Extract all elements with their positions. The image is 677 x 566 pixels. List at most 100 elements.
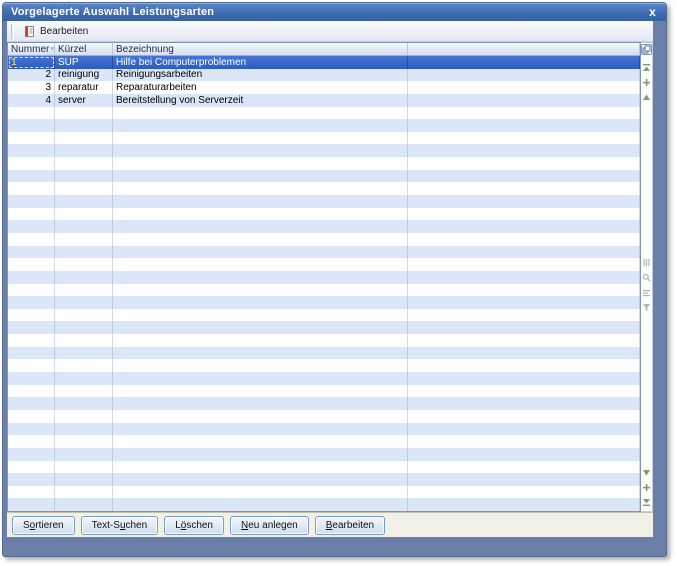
- cell-nummer[interactable]: [8, 397, 55, 410]
- table-row[interactable]: [8, 447, 640, 461]
- cell-blank[interactable]: [408, 485, 640, 499]
- column-header-nummer[interactable]: Nummer ▼: [8, 43, 55, 55]
- table-row[interactable]: [8, 270, 640, 284]
- table-row[interactable]: [8, 245, 640, 259]
- cell-nummer[interactable]: [8, 258, 55, 271]
- cell-kuerzel[interactable]: [55, 195, 113, 208]
- cell-kuerzel[interactable]: [55, 308, 113, 322]
- cell-nummer[interactable]: [8, 372, 55, 385]
- cell-bezeichnung[interactable]: [113, 308, 408, 322]
- table-row[interactable]: [8, 346, 640, 360]
- table-row[interactable]: [8, 422, 640, 436]
- cell-bezeichnung[interactable]: [113, 182, 408, 196]
- table-row[interactable]: [8, 359, 640, 373]
- cell-nummer[interactable]: [8, 195, 55, 208]
- cell-nummer[interactable]: [8, 321, 55, 335]
- cell-nummer[interactable]: [8, 144, 55, 158]
- close-button[interactable]: x: [645, 5, 660, 19]
- cell-bezeichnung[interactable]: [113, 384, 408, 398]
- cell-blank[interactable]: [408, 447, 640, 461]
- cell-blank[interactable]: [408, 460, 640, 474]
- row-up-icon[interactable]: [642, 93, 651, 102]
- cell-nummer[interactable]: [8, 245, 55, 259]
- cell-bezeichnung[interactable]: [113, 157, 408, 170]
- cell-nummer[interactable]: [8, 384, 55, 398]
- cell-blank[interactable]: [408, 106, 640, 120]
- cell-nummer[interactable]: 2: [8, 68, 55, 82]
- cell-nummer[interactable]: [8, 498, 55, 512]
- cell-bezeichnung[interactable]: [113, 245, 408, 259]
- neu-anlegen-button[interactable]: Neu anlegen: [230, 515, 309, 535]
- table-row[interactable]: [8, 220, 640, 233]
- cell-bezeichnung[interactable]: [113, 334, 408, 347]
- table-row[interactable]: [8, 384, 640, 398]
- cell-nummer[interactable]: [8, 131, 55, 145]
- cell-kuerzel[interactable]: [55, 422, 113, 436]
- cell-kuerzel[interactable]: [55, 106, 113, 120]
- cell-nummer[interactable]: [8, 106, 55, 120]
- cell-bezeichnung[interactable]: Reinigungsarbeiten: [113, 68, 408, 82]
- cell-kuerzel[interactable]: [55, 460, 113, 474]
- cell-bezeichnung[interactable]: [113, 372, 408, 385]
- table-row[interactable]: [8, 195, 640, 208]
- table-row[interactable]: [8, 144, 640, 158]
- cell-blank[interactable]: [408, 346, 640, 360]
- cell-kuerzel[interactable]: [55, 485, 113, 499]
- row-insert-icon[interactable]: [642, 78, 651, 87]
- edit-toolbar-button[interactable]: Bearbeiten: [19, 23, 95, 40]
- cell-kuerzel[interactable]: [55, 334, 113, 347]
- table-row[interactable]: [8, 435, 640, 448]
- cell-kuerzel[interactable]: [55, 346, 113, 360]
- cell-bezeichnung[interactable]: [113, 409, 408, 423]
- table-row[interactable]: [8, 498, 640, 512]
- cell-kuerzel[interactable]: [55, 245, 113, 259]
- table-row[interactable]: [8, 321, 640, 335]
- cell-nummer[interactable]: [8, 220, 55, 233]
- cell-kuerzel[interactable]: [55, 447, 113, 461]
- cell-kuerzel[interactable]: [55, 169, 113, 183]
- cell-nummer[interactable]: [8, 422, 55, 436]
- cell-kuerzel[interactable]: [55, 372, 113, 385]
- cell-kuerzel[interactable]: [55, 270, 113, 284]
- table-row[interactable]: 4 server Bereitstellung von Serverzeit: [8, 93, 640, 107]
- cell-nummer[interactable]: 1: [8, 56, 55, 69]
- cell-bezeichnung[interactable]: [113, 144, 408, 158]
- cell-nummer[interactable]: [8, 334, 55, 347]
- bearbeiten-button[interactable]: Bearbeiten: [314, 515, 386, 535]
- cell-nummer[interactable]: [8, 283, 55, 297]
- cell-bezeichnung[interactable]: Reparaturarbeiten: [113, 81, 408, 94]
- cell-bezeichnung[interactable]: [113, 422, 408, 436]
- cell-bezeichnung[interactable]: [113, 460, 408, 474]
- columns-icon[interactable]: [642, 258, 651, 267]
- table-row[interactable]: [8, 157, 640, 170]
- cell-blank[interactable]: [408, 498, 640, 512]
- cell-blank[interactable]: [408, 81, 640, 94]
- cell-bezeichnung[interactable]: [113, 258, 408, 271]
- column-header-kuerzel[interactable]: Kürzel: [55, 43, 113, 55]
- cell-nummer[interactable]: [8, 308, 55, 322]
- cell-nummer[interactable]: [8, 270, 55, 284]
- cell-bezeichnung[interactable]: [113, 447, 408, 461]
- cell-kuerzel[interactable]: reparatur: [55, 81, 113, 94]
- cell-blank[interactable]: [408, 359, 640, 373]
- cell-nummer[interactable]: [8, 435, 55, 448]
- cell-nummer[interactable]: [8, 359, 55, 373]
- cell-bezeichnung[interactable]: [113, 270, 408, 284]
- cell-nummer[interactable]: [8, 119, 55, 132]
- cell-blank[interactable]: [408, 207, 640, 221]
- cell-bezeichnung[interactable]: [113, 106, 408, 120]
- cell-kuerzel[interactable]: [55, 131, 113, 145]
- table-row[interactable]: [8, 473, 640, 486]
- cell-bezeichnung[interactable]: [113, 119, 408, 132]
- cell-blank[interactable]: [408, 270, 640, 284]
- cell-nummer[interactable]: [8, 232, 55, 246]
- table-row[interactable]: [8, 258, 640, 271]
- cell-nummer[interactable]: [8, 346, 55, 360]
- cell-kuerzel[interactable]: [55, 258, 113, 271]
- cell-nummer[interactable]: [8, 447, 55, 461]
- cell-blank[interactable]: [408, 245, 640, 259]
- cell-blank[interactable]: [408, 169, 640, 183]
- cell-kuerzel[interactable]: [55, 119, 113, 132]
- table-row[interactable]: [8, 485, 640, 499]
- table-row[interactable]: [8, 182, 640, 196]
